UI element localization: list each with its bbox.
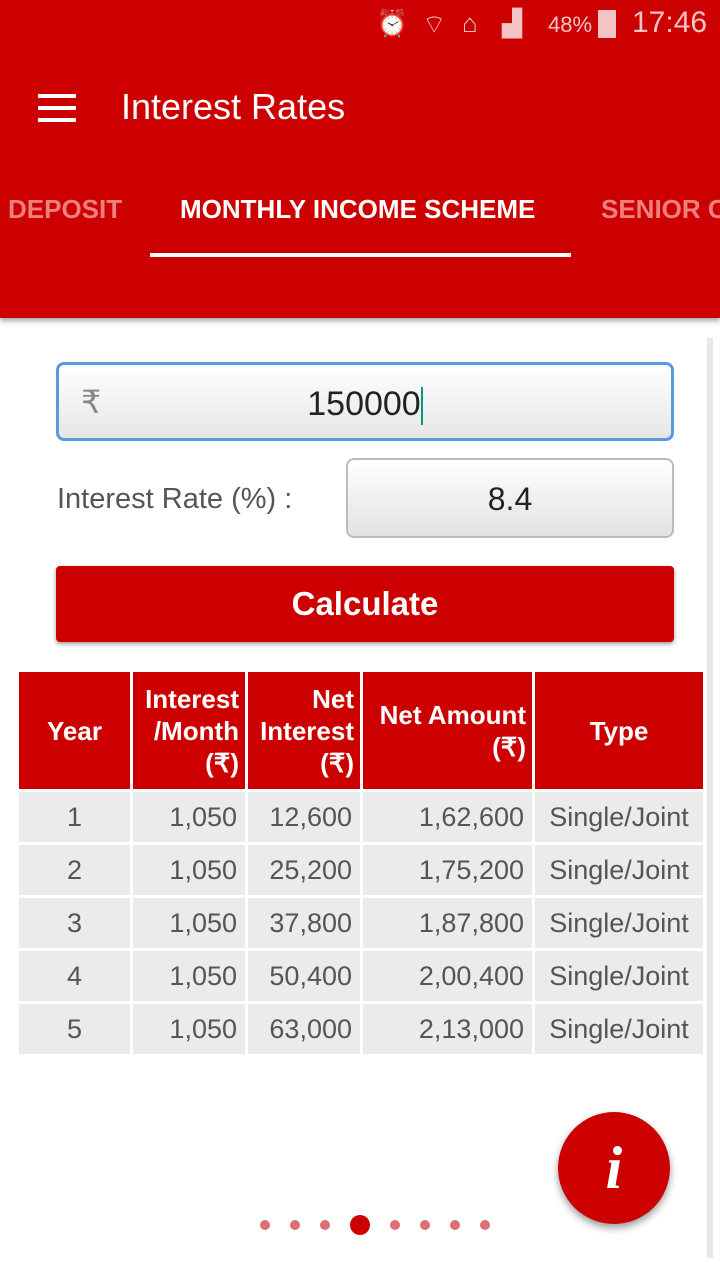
- table-cell: Single/Joint: [535, 792, 703, 842]
- app-bar: ⏰ ⌔ ⌂ ▟ 48% 17:46 Interest Rates DEPOSIT…: [0, 0, 720, 318]
- table-cell: 12,600: [248, 792, 360, 842]
- table-cell: 1,050: [133, 792, 245, 842]
- table-cell: 4: [19, 951, 130, 1001]
- table-cell: Single/Joint: [535, 1004, 703, 1054]
- sim-home-icon: ⌂: [462, 8, 478, 38]
- tab-senior-citizen[interactable]: SENIOR C: [601, 194, 720, 225]
- hamburger-icon[interactable]: [38, 94, 76, 122]
- table-cell: 1,050: [133, 951, 245, 1001]
- interest-rate-label: Interest Rate (%) :: [57, 483, 293, 515]
- table-cell: Single/Joint: [535, 898, 703, 948]
- header-interest-month: Interest /Month (₹): [133, 672, 245, 789]
- table-cell: 2: [19, 845, 130, 895]
- table-cell: 5: [19, 1004, 130, 1054]
- table-cell: Single/Joint: [535, 951, 703, 1001]
- page-indicator: [250, 1215, 500, 1235]
- table-row: 4 1,050 50,400 2,00,400 Single/Joint: [19, 951, 703, 1001]
- scrollbar[interactable]: [707, 338, 713, 1258]
- table-cell: 1,87,800: [363, 898, 532, 948]
- table-cell: 1,050: [133, 898, 245, 948]
- page-dot[interactable]: [450, 1220, 460, 1230]
- table-cell: 1,050: [133, 1004, 245, 1054]
- page-title: Interest Rates: [121, 86, 346, 127]
- table-cell: 50,400: [248, 951, 360, 1001]
- page-dot[interactable]: [480, 1220, 490, 1230]
- table-row: 1 1,050 12,600 1,62,600 Single/Joint: [19, 792, 703, 842]
- tab-monthly-income-scheme[interactable]: MONTHLY INCOME SCHEME: [180, 194, 535, 225]
- table-row: 2 1,050 25,200 1,75,200 Single/Joint: [19, 845, 703, 895]
- table-header: Year Interest /Month (₹) Net Interest (₹…: [19, 672, 703, 789]
- page-dot[interactable]: [320, 1220, 330, 1230]
- table-cell: 2,00,400: [363, 951, 532, 1001]
- table-cell: 37,800: [248, 898, 360, 948]
- page-dot[interactable]: [350, 1215, 370, 1235]
- page-dot[interactable]: [290, 1220, 300, 1230]
- table-cell: 2,13,000: [363, 1004, 532, 1054]
- clock: 17:46: [632, 6, 708, 39]
- amount-value: 150000: [307, 385, 421, 423]
- page-dot[interactable]: [420, 1220, 430, 1230]
- tab-indicator: [150, 253, 571, 257]
- wifi-icon: ⌔: [422, 9, 447, 39]
- table-cell: 1,050: [133, 845, 245, 895]
- header-type: Type: [535, 672, 703, 789]
- header-year: Year: [19, 672, 130, 789]
- table-row: 3 1,050 37,800 1,87,800 Single/Joint: [19, 898, 703, 948]
- tab-deposit[interactable]: DEPOSIT: [8, 194, 122, 225]
- table-row: 5 1,050 63,000 2,13,000 Single/Joint: [19, 1004, 703, 1054]
- results-table: Year Interest /Month (₹) Net Interest (₹…: [16, 669, 706, 1057]
- status-bar: ⏰ ⌔ ⌂ ▟ 48% 17:46: [0, 0, 720, 50]
- table-cell: 25,200: [248, 845, 360, 895]
- table-cell: Single/Joint: [535, 845, 703, 895]
- table-cell: 1,62,600: [363, 792, 532, 842]
- table-cell: 63,000: [248, 1004, 360, 1054]
- table-cell: 3: [19, 898, 130, 948]
- battery-level: 48%: [548, 12, 593, 37]
- page-dot[interactable]: [390, 1220, 400, 1230]
- text-cursor: [420, 387, 423, 426]
- table-cell: 1,75,200: [363, 845, 532, 895]
- header-net-amount: Net Amount (₹): [363, 672, 532, 789]
- table-cell: 1: [19, 792, 130, 842]
- alarm-icon: ⏰: [376, 8, 409, 38]
- interest-rate-input[interactable]: 8.4: [346, 458, 674, 538]
- amount-input[interactable]: ₹ 150000: [56, 362, 674, 441]
- battery-icon: [598, 10, 616, 38]
- calculate-button[interactable]: Calculate: [56, 566, 674, 642]
- signal-icon: ▟: [502, 8, 522, 38]
- page-dot[interactable]: [260, 1220, 270, 1230]
- header-net-interest: Net Interest (₹): [248, 672, 360, 789]
- info-button[interactable]: i: [558, 1112, 670, 1224]
